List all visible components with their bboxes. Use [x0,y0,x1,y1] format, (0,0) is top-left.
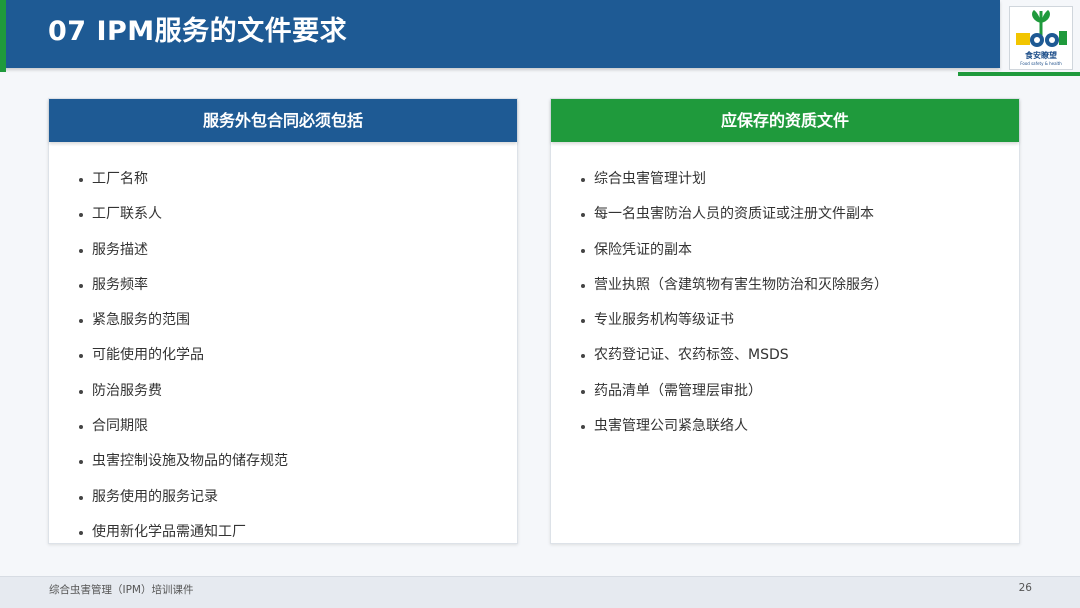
contract-requirements-panel: 服务外包合同必须包括 工厂名称 工厂联系人 服务描述 服务频率 紧急服务的范围 … [48,98,518,544]
list-item: 使用新化学品需通知工厂 [79,515,517,550]
list-item: 防治服务费 [79,374,517,409]
logo-subtext: Food safety & health [1020,61,1062,66]
panel-title-right: 应保存的资质文件 [551,99,1019,142]
list-item: 营业执照（含建筑物有害生物防治和灭除服务） [581,268,1019,303]
list-item: 服务使用的服务记录 [79,480,517,515]
logo-icon: 食安瞭望 Food safety & health [1009,6,1073,70]
list-item: 专业服务机构等级证书 [581,303,1019,338]
list-item: 虫害管理公司紧急联络人 [581,409,1019,444]
panel-title-left: 服务外包合同必须包括 [49,99,517,142]
list-item: 药品清单（需管理层审批） [581,374,1019,409]
qualification-documents-list: 综合虫害管理计划 每一名虫害防治人员的资质证或注册文件副本 保险凭证的副本 营业… [551,142,1019,444]
list-item: 农药登记证、农药标签、MSDS [581,338,1019,373]
list-item: 工厂联系人 [79,197,517,232]
list-item: 综合虫害管理计划 [581,162,1019,197]
list-item: 合同期限 [79,409,517,444]
qualification-documents-panel: 应保存的资质文件 综合虫害管理计划 每一名虫害防治人员的资质证或注册文件副本 保… [550,98,1020,544]
slide-title: 07 IPM服务的文件要求 [48,16,348,47]
logo-text: 食安瞭望 [1025,51,1057,60]
list-item: 工厂名称 [79,162,517,197]
logo-underline [958,72,1080,76]
title-bar: 07 IPM服务的文件要求 [0,0,1000,68]
list-item: 服务频率 [79,268,517,303]
list-item: 虫害控制设施及物品的储存规范 [79,444,517,479]
list-item: 每一名虫害防治人员的资质证或注册文件副本 [581,197,1019,232]
footer-bar: 综合虫害管理（IPM）培训课件 26 [0,576,1080,608]
title-accent-bar [0,0,6,72]
footer-text: 综合虫害管理（IPM）培训课件 [49,584,194,596]
list-item: 紧急服务的范围 [79,303,517,338]
contract-requirements-list: 工厂名称 工厂联系人 服务描述 服务频率 紧急服务的范围 可能使用的化学品 防治… [49,142,517,550]
page-number: 26 [1018,582,1032,594]
list-item: 服务描述 [79,233,517,268]
list-item: 保险凭证的副本 [581,233,1019,268]
list-item: 可能使用的化学品 [79,338,517,373]
